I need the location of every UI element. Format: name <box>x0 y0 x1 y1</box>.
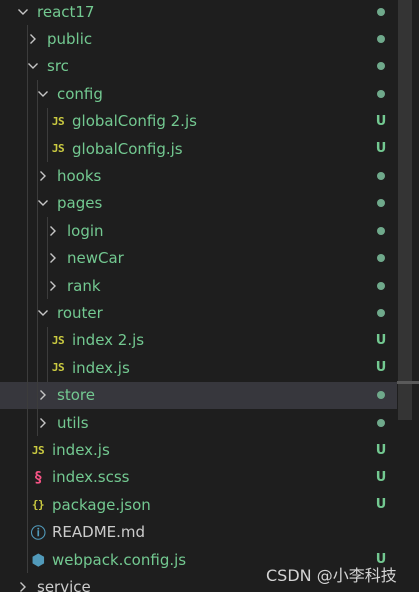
watermark: CSDN @小李科技 <box>266 566 397 585</box>
chevron-right-icon[interactable] <box>47 225 59 237</box>
indent-guide <box>27 25 28 574</box>
chevron-right-icon[interactable] <box>37 417 49 429</box>
chevron-down-icon[interactable] <box>37 307 49 319</box>
folder-label: react17 <box>37 2 95 21</box>
folder-row-react17[interactable]: react17 <box>0 0 397 25</box>
git-status-badge: U <box>375 442 387 458</box>
folder-row-store[interactable]: store <box>0 381 397 409</box>
webpack-icon: ⬢ <box>31 550 45 569</box>
file-row-globalconfig-2-js[interactable]: JS globalConfig 2.js U <box>0 108 397 135</box>
folder-row-config[interactable]: config <box>0 80 397 107</box>
indent-guide <box>37 80 38 437</box>
git-status-badge: U <box>375 113 387 129</box>
chevron-right-icon[interactable] <box>27 33 39 45</box>
js-file-icon: JS <box>31 443 45 457</box>
file-label: index 2.js <box>72 331 145 350</box>
folder-row-src[interactable]: src <box>0 53 397 80</box>
folder-label: router <box>57 304 103 323</box>
file-label: index.scss <box>52 468 130 487</box>
info-icon: ⓘ <box>30 523 46 542</box>
js-file-icon: JS <box>51 333 65 347</box>
chevron-right-icon[interactable] <box>47 252 59 264</box>
folder-label: newCar <box>67 249 124 268</box>
file-label: index.js <box>52 441 110 460</box>
folder-label: src <box>47 57 69 76</box>
file-label: package.json <box>52 495 151 514</box>
chevron-down-icon[interactable] <box>17 6 29 18</box>
chevron-right-icon[interactable] <box>37 170 49 182</box>
folder-row-login[interactable]: login <box>0 217 397 244</box>
file-label: index.js <box>72 358 130 377</box>
js-file-icon: JS <box>51 114 65 128</box>
git-status-badge: U <box>375 360 387 376</box>
indent-guide <box>47 326 48 382</box>
file-label: README.md <box>52 523 146 542</box>
modified-dot-icon <box>377 89 385 98</box>
file-label: globalConfig 2.js <box>72 112 197 131</box>
git-status-badge: U <box>375 141 387 157</box>
file-row-index-scss[interactable]: § index.scss U <box>0 464 397 491</box>
file-explorer-tree: react17 public src config JS globalConfig 2.j… <box>0 0 419 592</box>
folder-row-rank[interactable]: rank <box>0 272 397 299</box>
folder-label: login <box>67 221 104 240</box>
folder-label: rank <box>67 276 101 295</box>
file-row-index-2-js[interactable]: JS index 2.js U <box>0 327 397 354</box>
file-row-readme-md[interactable]: ⓘ README.md <box>0 519 397 546</box>
folder-row-utils[interactable]: utils <box>0 409 397 436</box>
folder-row-public[interactable]: public <box>0 25 397 52</box>
file-row-package-json[interactable]: {} package.json U <box>0 491 397 518</box>
folder-label: utils <box>57 413 89 432</box>
chevron-down-icon[interactable] <box>37 197 49 209</box>
chevron-right-icon[interactable] <box>17 581 29 592</box>
git-status-badge: U <box>375 469 387 485</box>
modified-dot-icon <box>377 418 385 427</box>
chevron-down-icon[interactable] <box>27 60 39 72</box>
folder-label: hooks <box>57 167 102 186</box>
folder-label: config <box>57 84 103 103</box>
scrollbar-marker <box>397 381 419 384</box>
git-status-badge: U <box>375 332 387 348</box>
file-row-globalconfig-js[interactable]: JS globalConfig.js U <box>0 135 397 162</box>
chevron-right-icon[interactable] <box>47 280 59 292</box>
indent-guide <box>47 217 48 300</box>
explorer-scrollbar[interactable] <box>398 0 412 420</box>
indent-guide <box>47 107 48 163</box>
file-row-index-js[interactable]: JS index.js U <box>0 354 397 381</box>
scss-file-icon: § <box>33 468 43 487</box>
chevron-right-icon[interactable] <box>37 389 49 401</box>
file-row-index-js[interactable]: JS index.js U <box>0 436 397 463</box>
file-label: globalConfig.js <box>72 139 183 158</box>
modified-dot-icon <box>377 7 385 16</box>
modified-dot-icon <box>377 281 385 290</box>
modified-dot-icon <box>377 226 385 235</box>
folder-label: store <box>57 386 95 405</box>
json-file-icon: {} <box>31 498 45 512</box>
chevron-down-icon[interactable] <box>37 88 49 100</box>
folder-row-hooks[interactable]: hooks <box>0 162 397 189</box>
folder-label: public <box>47 30 93 49</box>
folder-row-router[interactable]: router <box>0 299 397 326</box>
js-file-icon: JS <box>51 142 65 156</box>
folder-label: pages <box>57 194 103 213</box>
folder-row-newcar[interactable]: newCar <box>0 245 397 272</box>
js-file-icon: JS <box>51 361 65 375</box>
folder-row-pages[interactable]: pages <box>0 190 397 217</box>
git-status-badge: U <box>375 497 387 513</box>
